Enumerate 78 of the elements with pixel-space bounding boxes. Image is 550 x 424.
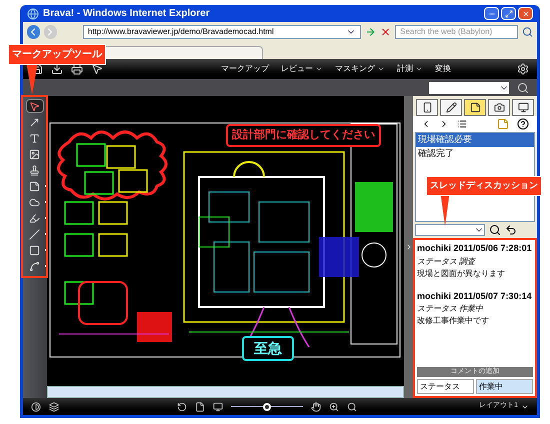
go-icon[interactable] bbox=[364, 26, 376, 38]
comment-status: ステータス 作業中 bbox=[417, 303, 484, 315]
zoom-icon[interactable] bbox=[347, 402, 357, 412]
comment-text: 現場と図面が異なります bbox=[417, 268, 506, 280]
panel-tab[interactable] bbox=[512, 99, 534, 116]
minimize-button[interactable] bbox=[484, 7, 499, 20]
caret-icon[interactable] bbox=[415, 65, 423, 73]
pencil-icon bbox=[446, 102, 456, 113]
horizontal-scrollbar[interactable] bbox=[46, 386, 404, 398]
image-tool-icon bbox=[29, 148, 40, 160]
status-label: ステータス bbox=[417, 379, 474, 394]
undo-icon[interactable] bbox=[505, 224, 517, 236]
page-icon[interactable] bbox=[195, 402, 205, 412]
camera-icon bbox=[494, 102, 504, 113]
slider-thumb[interactable] bbox=[263, 402, 271, 410]
zoom-in-icon[interactable] bbox=[329, 402, 339, 412]
status-value-field[interactable]: 作業中 bbox=[476, 379, 533, 394]
menu-item[interactable]: 計測 bbox=[397, 63, 423, 75]
back-button[interactable] bbox=[27, 24, 40, 38]
cloud-tool-icon bbox=[29, 196, 40, 208]
download-icon[interactable] bbox=[51, 63, 63, 75]
panel-tab[interactable] bbox=[464, 99, 486, 116]
hand-icon[interactable] bbox=[311, 402, 321, 412]
menu-item[interactable]: 変換 bbox=[435, 63, 451, 75]
pointer-icon[interactable] bbox=[91, 63, 103, 75]
printer-icon[interactable] bbox=[71, 63, 83, 75]
canvas-note-callout: 設計部門に確認してください bbox=[226, 124, 381, 146]
menu-item[interactable]: レビュー bbox=[281, 63, 323, 75]
line-tool-icon bbox=[29, 228, 40, 240]
note-icon[interactable] bbox=[497, 118, 509, 130]
caret-icon[interactable] bbox=[315, 65, 323, 73]
gear-icon[interactable] bbox=[517, 63, 529, 75]
comment-header: mochiki 2011/05/06 7:28:01 bbox=[417, 242, 533, 255]
text-tool-icon bbox=[29, 132, 40, 144]
search-field[interactable]: Search the web (Babylon) bbox=[395, 24, 518, 38]
note-tool-icon bbox=[29, 180, 40, 192]
note-icon bbox=[470, 102, 480, 113]
close-icon bbox=[522, 10, 530, 18]
review-list-item[interactable]: 確認完了 bbox=[416, 146, 534, 160]
browser-logo-icon bbox=[27, 8, 39, 20]
arrow-tool-icon bbox=[29, 116, 40, 128]
device-icon bbox=[422, 102, 432, 113]
thread-callout: スレッドディスカッション bbox=[426, 176, 542, 196]
caret-icon[interactable] bbox=[377, 65, 385, 73]
help-icon[interactable] bbox=[517, 118, 529, 130]
thread-filter-field[interactable] bbox=[415, 224, 485, 236]
comment-text: 改修工事作業中です bbox=[417, 315, 490, 327]
panel-tab[interactable] bbox=[440, 99, 462, 116]
highlighter-tool-icon bbox=[29, 212, 40, 224]
rotate-icon[interactable] bbox=[177, 402, 187, 412]
urgent-stamp: 至急 bbox=[242, 336, 294, 361]
review-list-item[interactable]: 現場確認必要 bbox=[416, 133, 534, 146]
maximize-button[interactable] bbox=[501, 7, 516, 20]
tools-callout: マークアップツール bbox=[8, 44, 106, 65]
stamp-tool-icon bbox=[29, 164, 40, 176]
contrast-icon[interactable] bbox=[31, 402, 41, 412]
zoom-slider[interactable] bbox=[231, 402, 303, 410]
fit-screen-icon[interactable] bbox=[213, 402, 223, 412]
select-tool-icon bbox=[29, 100, 40, 112]
window-title: Brava! - Windows Internet Explorer bbox=[43, 7, 210, 21]
markup-tool-button[interactable] bbox=[26, 99, 44, 113]
panel-tab[interactable] bbox=[416, 99, 438, 116]
panel-tab[interactable] bbox=[488, 99, 510, 116]
comment-header: mochiki 2011/05/07 7:30:14 bbox=[417, 290, 533, 302]
rectangle-tool-icon bbox=[29, 244, 40, 256]
polyline-tool-icon bbox=[29, 260, 40, 272]
monitor-icon bbox=[518, 102, 528, 113]
list-icon[interactable] bbox=[457, 119, 467, 129]
close-button[interactable] bbox=[518, 7, 533, 20]
comment-status: ステータス 調査 bbox=[417, 256, 477, 268]
stop-icon[interactable] bbox=[380, 26, 392, 38]
maximize-icon bbox=[504, 10, 512, 18]
menu-item[interactable]: マークアップ bbox=[221, 63, 269, 75]
filter-field[interactable] bbox=[429, 82, 509, 94]
layers-icon[interactable] bbox=[49, 402, 59, 412]
menu-item[interactable]: マスキング bbox=[335, 63, 385, 75]
address-field[interactable]: http://www.bravaviewer.jp/demo/Bravademocad.html bbox=[82, 24, 361, 38]
search-icon[interactable] bbox=[489, 224, 501, 236]
